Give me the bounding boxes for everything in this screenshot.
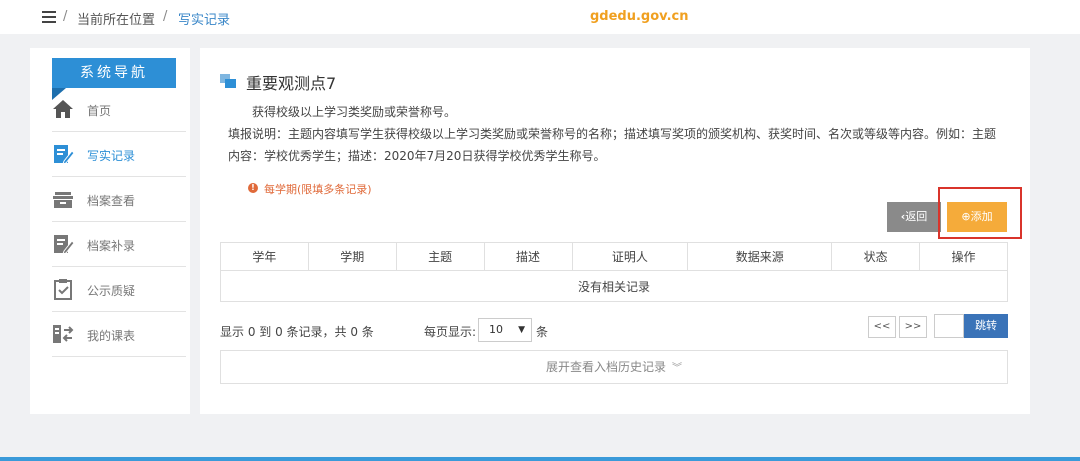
clipboard-check-icon xyxy=(54,279,72,300)
table-header-row: 学年 学期 主题 描述 证明人 数据来源 状态 操作 xyxy=(220,242,1008,271)
per-page-unit: 条 xyxy=(536,325,549,339)
breadcrumb-current[interactable]: 写实记录 xyxy=(178,9,230,28)
breadcrumb-location-label: 当前所在位置 xyxy=(77,13,156,28)
edit-record-icon xyxy=(54,145,74,165)
home-icon xyxy=(53,100,73,118)
breadcrumb-separator: / xyxy=(63,9,68,24)
alert-icon: ! xyxy=(248,183,258,193)
table-row: 没有相关记录 xyxy=(220,270,1008,302)
sidebar-item-label: 档案补录 xyxy=(87,239,136,253)
sidebar-item-publicity[interactable]: 公示质疑 xyxy=(52,268,186,312)
schedule-swap-icon xyxy=(53,325,74,343)
column-header[interactable]: 状态 xyxy=(831,242,921,271)
section-title-icon xyxy=(220,74,236,88)
fill-instructions: 填报说明：主题内容填写学生获得校级以上学习类奖励或荣誉称号的名称；描述填写奖项的… xyxy=(228,127,997,163)
sidebar: 系统导航 首页 写实记录 档案查看 档案补录 公示质疑 我的课表 xyxy=(30,48,190,414)
expand-history-button[interactable]: 展开查看入档历史记录 ︾ xyxy=(220,350,1008,384)
observation-subtitle: 获得校级以上学习类奖励或荣誉称号。 xyxy=(252,105,457,119)
sidebar-item-record[interactable]: 写实记录 xyxy=(52,133,186,177)
plus-circle-icon: ⊕ xyxy=(961,210,971,223)
records-table: 学年 学期 主题 描述 证明人 数据来源 状态 操作 没有相关记录 xyxy=(220,242,1008,302)
top-bar: / 当前所在位置 / 写实记录 gdedu.gov.cn xyxy=(0,0,1080,34)
sidebar-item-archive-supplement[interactable]: 档案补录 xyxy=(52,223,186,267)
sidebar-item-schedule[interactable]: 我的课表 xyxy=(52,313,186,357)
column-header[interactable]: 操作 xyxy=(919,242,1008,271)
watermark: gdedu.gov.cn xyxy=(590,9,689,24)
per-page-label: 每页显示: xyxy=(424,325,477,339)
record-summary: 显示 0 到 0 条记录，共 0 条 xyxy=(220,325,374,339)
column-header[interactable]: 主题 xyxy=(395,242,485,271)
supplement-edit-icon xyxy=(54,235,74,255)
column-header[interactable]: 学年 xyxy=(220,242,309,271)
add-button[interactable]: ⊕添加 xyxy=(947,202,1007,232)
column-header[interactable]: 学期 xyxy=(307,242,397,271)
per-page-select[interactable]: 10 ▼ xyxy=(478,318,532,342)
back-button-label: 返回 xyxy=(905,210,928,223)
archive-box-icon xyxy=(53,192,73,208)
column-header[interactable]: 数据来源 xyxy=(687,242,833,271)
add-button-label: 添加 xyxy=(970,210,993,223)
per-page-value: 10 xyxy=(489,323,503,336)
nav-title: 系统导航 xyxy=(52,58,176,88)
sidebar-item-label: 公示质疑 xyxy=(87,284,136,298)
double-chevron-down-icon: ︾ xyxy=(672,363,682,374)
expand-history-label: 展开查看入档历史记录 xyxy=(545,360,666,374)
chevron-down-icon: ▼ xyxy=(518,325,525,335)
next-page-button[interactable]: >> xyxy=(899,316,927,338)
back-button[interactable]: ‹返回 xyxy=(887,202,941,232)
breadcrumb-separator: / xyxy=(163,9,168,24)
sidebar-item-archive-view[interactable]: 档案查看 xyxy=(52,178,186,222)
sidebar-item-label: 我的课表 xyxy=(87,329,136,343)
main-panel: 重要观测点7 获得校级以上学习类奖励或荣誉称号。 填报说明：主题内容填写学生获得… xyxy=(200,48,1030,414)
page-number-input[interactable] xyxy=(934,314,964,338)
sidebar-item-label: 写实记录 xyxy=(87,149,136,163)
page-title: 重要观测点7 xyxy=(246,74,337,93)
jump-button[interactable]: 跳转 xyxy=(964,314,1008,338)
sidebar-item-label: 档案查看 xyxy=(87,194,136,208)
sidebar-item-label: 首页 xyxy=(87,104,112,118)
empty-table-message: 没有相关记录 xyxy=(220,270,1008,302)
sidebar-item-home[interactable]: 首页 xyxy=(52,88,186,132)
notice-text: 每学期(限填多条记录) xyxy=(264,183,372,196)
column-header[interactable]: 描述 xyxy=(483,242,573,271)
prev-page-button[interactable]: << xyxy=(868,316,896,338)
column-header[interactable]: 证明人 xyxy=(571,242,689,271)
menu-icon[interactable] xyxy=(42,11,56,23)
bottom-accent-line xyxy=(0,457,1080,461)
